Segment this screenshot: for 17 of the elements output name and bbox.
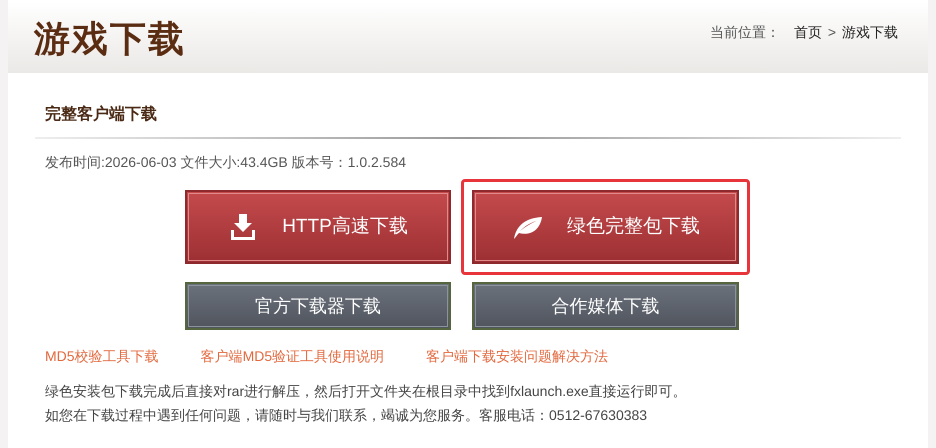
download-button[interactable]: 绿色完整包下载 bbox=[472, 190, 739, 264]
section-title: 完整客户端下载 bbox=[44, 104, 158, 125]
breadcrumb-link[interactable]: 首页 bbox=[794, 22, 822, 43]
note-text: 绿色安装包下载完成后直接对rar进行解压，然后打开文件夹在根目录中找到fxlaunch.exe直接运行即可。 bbox=[45, 382, 688, 401]
page-title: 游戏下载 bbox=[34, 17, 186, 62]
note-text: 如您在下载过程中遇到任何问题，请随时与我们联系，竭诚为您服务。客服电话：0512-67630383 bbox=[45, 406, 648, 425]
download-button[interactable]: 官方下载器下载 bbox=[185, 282, 451, 330]
release-info: 发布时间:2026-06-03 文件大小:43.4GB 版本号：1.0.2.584 bbox=[44, 153, 408, 172]
breadcrumb-label: 当前位置： bbox=[710, 23, 780, 42]
download-button[interactable]: 合作媒体下载 bbox=[472, 282, 739, 330]
breadcrumb-link[interactable]: 游戏下载 bbox=[842, 22, 898, 43]
breadcrumb-separator: > bbox=[828, 23, 836, 42]
help-link[interactable]: MD5校验工具下载 bbox=[45, 346, 159, 367]
help-link[interactable]: 客户端下载安装问题解决方法 bbox=[426, 346, 608, 367]
download-button[interactable]: HTTP高速下载 bbox=[185, 190, 451, 264]
leaf-icon bbox=[511, 214, 543, 240]
help-link[interactable]: 客户端MD5验证工具使用说明 bbox=[200, 346, 384, 367]
